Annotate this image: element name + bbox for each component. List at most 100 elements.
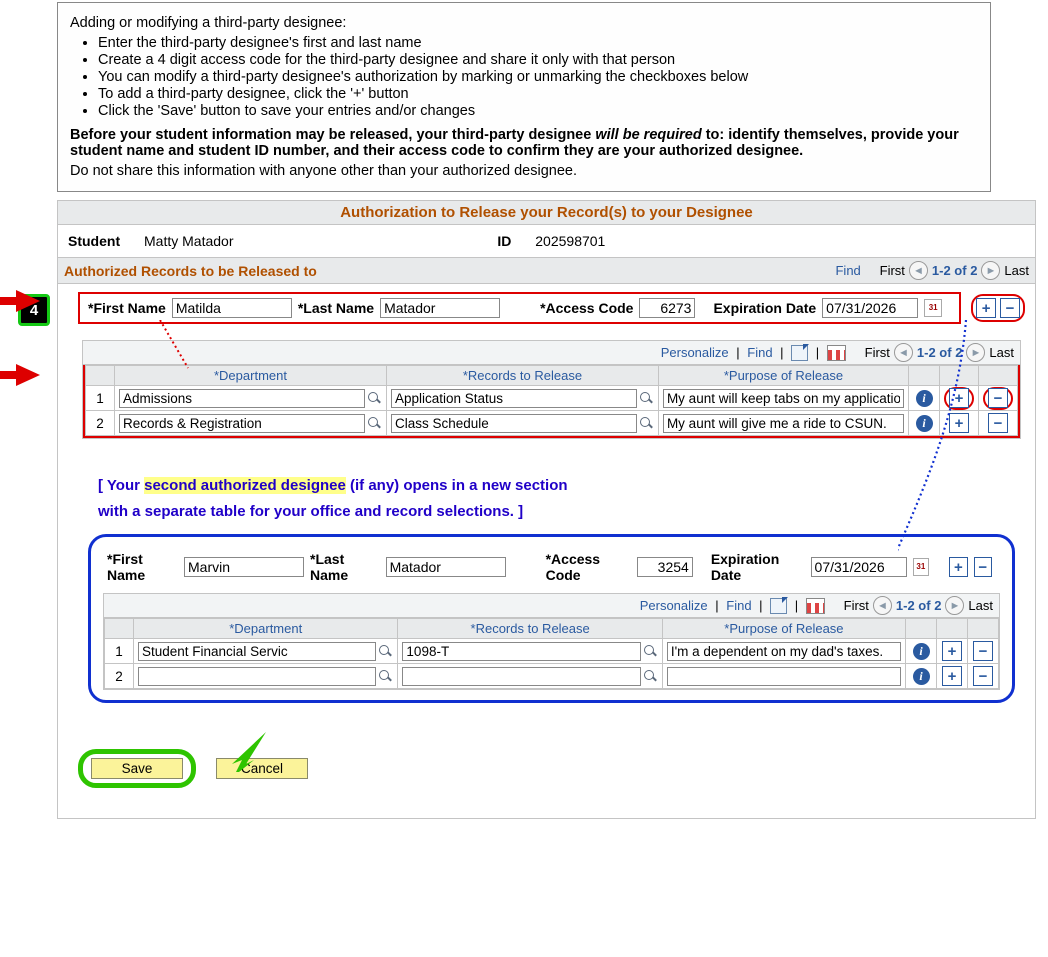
- first-name-input[interactable]: [184, 557, 304, 577]
- remove-row-button[interactable]: −: [988, 413, 1008, 433]
- subsection-header: Authorized Records to be Released to Fin…: [58, 257, 1035, 284]
- col-purpose[interactable]: Purpose of Release: [658, 366, 908, 386]
- instructions-heading: Adding or modifying a third-party design…: [70, 15, 978, 31]
- id-label: ID: [497, 233, 511, 249]
- add-designee-button[interactable]: +: [976, 298, 996, 318]
- department-input[interactable]: [119, 389, 365, 408]
- first-name-label: *First Name: [107, 551, 178, 583]
- calendar-icon[interactable]: [924, 299, 942, 317]
- department-input[interactable]: [138, 642, 376, 661]
- info-icon[interactable]: i: [913, 643, 930, 660]
- prev-icon[interactable]: ◄: [909, 261, 928, 280]
- col-records[interactable]: Records to Release: [386, 366, 658, 386]
- find-link[interactable]: Find: [835, 263, 860, 278]
- add-row-button[interactable]: +: [949, 413, 969, 433]
- info-icon[interactable]: i: [916, 415, 933, 432]
- next-icon[interactable]: ►: [981, 261, 1000, 280]
- warning-emph: will be required: [595, 127, 701, 143]
- table-row: 1 i + −: [86, 386, 1018, 411]
- subsection-title: Authorized Records to be Released to: [64, 263, 317, 279]
- col-records[interactable]: Records to Release: [398, 619, 662, 639]
- info-icon[interactable]: i: [913, 668, 930, 685]
- last-name-input[interactable]: [380, 298, 500, 318]
- remove-row-button[interactable]: −: [973, 666, 993, 686]
- annotation-part: [ Your: [98, 477, 144, 494]
- col-department[interactable]: Department: [134, 619, 398, 639]
- button-row: Save Cancel: [58, 713, 1035, 788]
- lookup-icon[interactable]: [639, 391, 654, 406]
- designee-block-2: *First Name *Last Name *Access Code Expi…: [88, 534, 1015, 703]
- lookup-icon[interactable]: [378, 644, 393, 659]
- grid-icon[interactable]: [806, 598, 825, 614]
- access-code-input[interactable]: [637, 557, 693, 577]
- lookup-icon[interactable]: [643, 644, 658, 659]
- lookup-icon[interactable]: [378, 669, 393, 684]
- first-label: First: [844, 598, 869, 613]
- records-input[interactable]: [402, 667, 640, 686]
- popout-icon[interactable]: [770, 598, 787, 614]
- records-table-wrap: Personalize | Find | | First ◄ 1-2 of 2 …: [103, 593, 1000, 690]
- records-input[interactable]: [391, 389, 637, 408]
- purpose-input[interactable]: [663, 414, 904, 433]
- info-icon[interactable]: i: [916, 390, 933, 407]
- next-icon[interactable]: ►: [966, 343, 985, 362]
- calendar-icon[interactable]: [913, 558, 930, 576]
- designee-name-row: *First Name *Last Name *Access Code Expi…: [78, 292, 961, 324]
- add-row-button[interactable]: +: [942, 666, 962, 686]
- first-label: First: [880, 263, 905, 278]
- instructions-list: Enter the third-party designee's first a…: [70, 35, 978, 119]
- table-toolbar: Personalize | Find | | First ◄ 1-2 of 2 …: [104, 594, 999, 618]
- add-row-button[interactable]: +: [949, 388, 969, 408]
- purpose-input[interactable]: [667, 667, 901, 686]
- student-name: Matty Matador: [144, 233, 233, 249]
- grid-icon[interactable]: [827, 345, 846, 361]
- department-input[interactable]: [138, 667, 376, 686]
- save-button[interactable]: Save: [91, 758, 183, 779]
- find-link[interactable]: Find: [726, 598, 751, 613]
- popout-icon[interactable]: [791, 345, 808, 361]
- personalize-link[interactable]: Personalize: [661, 345, 729, 360]
- col-purpose[interactable]: Purpose of Release: [662, 619, 905, 639]
- add-designee-button[interactable]: +: [949, 557, 967, 577]
- remove-row-button[interactable]: −: [988, 388, 1008, 408]
- remove-designee-button[interactable]: −: [974, 557, 992, 577]
- annotation-highlight: second authorized designee: [144, 477, 346, 494]
- lookup-icon[interactable]: [367, 416, 382, 431]
- department-input[interactable]: [119, 414, 365, 433]
- lookup-icon[interactable]: [367, 391, 382, 406]
- instructions-warning: Before your student information may be r…: [70, 127, 978, 159]
- personalize-link[interactable]: Personalize: [640, 598, 708, 613]
- access-code-label: *Access Code: [540, 300, 633, 316]
- expiration-label: Expiration Date: [713, 300, 816, 316]
- find-link[interactable]: Find: [747, 345, 772, 360]
- row-number: 2: [86, 411, 115, 436]
- first-name-input[interactable]: [172, 298, 292, 318]
- save-highlight: Save: [78, 749, 196, 788]
- prev-icon[interactable]: ◄: [894, 343, 913, 362]
- expiration-input[interactable]: [811, 557, 907, 577]
- records-table: Department Records to Release Purpose of…: [85, 365, 1018, 436]
- col-department[interactable]: Department: [115, 366, 387, 386]
- row-number: 1: [105, 639, 134, 664]
- access-code-input[interactable]: [639, 298, 695, 318]
- prev-icon[interactable]: ◄: [873, 596, 892, 615]
- purpose-input[interactable]: [663, 389, 904, 408]
- next-icon[interactable]: ►: [945, 596, 964, 615]
- range-text: 1-2 of 2: [932, 263, 978, 278]
- add-row-button[interactable]: +: [942, 641, 962, 661]
- records-input[interactable]: [391, 414, 637, 433]
- first-name-label: *First Name: [88, 300, 166, 316]
- last-name-input[interactable]: [386, 557, 506, 577]
- remove-designee-button[interactable]: −: [1000, 298, 1020, 318]
- last-name-label: *Last Name: [298, 300, 374, 316]
- remove-row-button[interactable]: −: [973, 641, 993, 661]
- expiration-input[interactable]: [822, 298, 918, 318]
- add-remove-highlight: + −: [971, 294, 1025, 322]
- instructions-item: Enter the third-party designee's first a…: [98, 35, 978, 51]
- row-number: 2: [105, 664, 134, 689]
- lookup-icon[interactable]: [643, 669, 658, 684]
- purpose-input[interactable]: [667, 642, 901, 661]
- records-input[interactable]: [402, 642, 640, 661]
- lookup-icon[interactable]: [639, 416, 654, 431]
- row-number: 1: [86, 386, 115, 411]
